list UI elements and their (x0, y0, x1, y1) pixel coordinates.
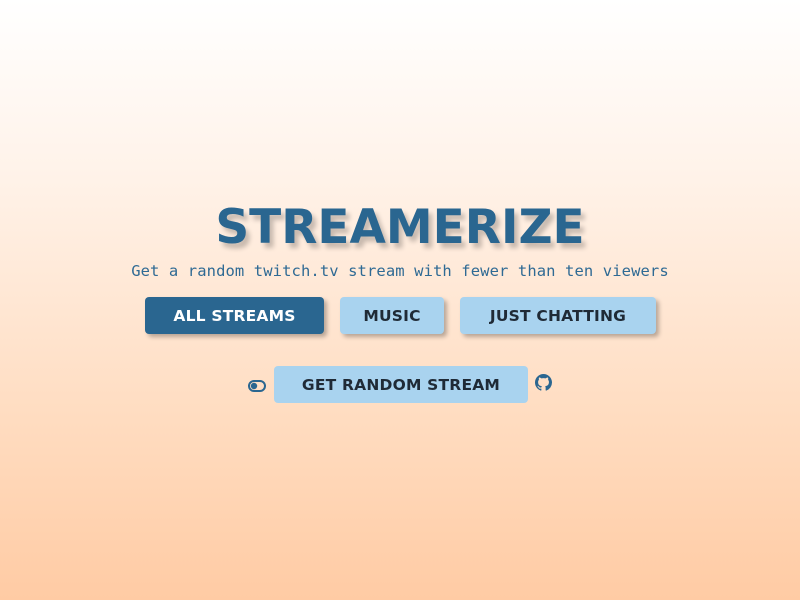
page-subtitle: Get a random twitch.tv stream with fewer… (131, 262, 669, 280)
github-icon[interactable] (535, 374, 552, 391)
category-all-streams-button[interactable]: ALL STREAMS (145, 297, 324, 334)
toggle-icon[interactable] (248, 377, 266, 392)
get-random-stream-button[interactable]: GET RANDOM STREAM (274, 366, 528, 403)
category-music-button[interactable]: MUSIC (340, 297, 444, 334)
category-just-chatting-button[interactable]: JUST CHATTING (460, 297, 656, 334)
page: STREAMERIZE Get a random twitch.tv strea… (0, 0, 800, 600)
page-title: STREAMERIZE (215, 200, 585, 255)
